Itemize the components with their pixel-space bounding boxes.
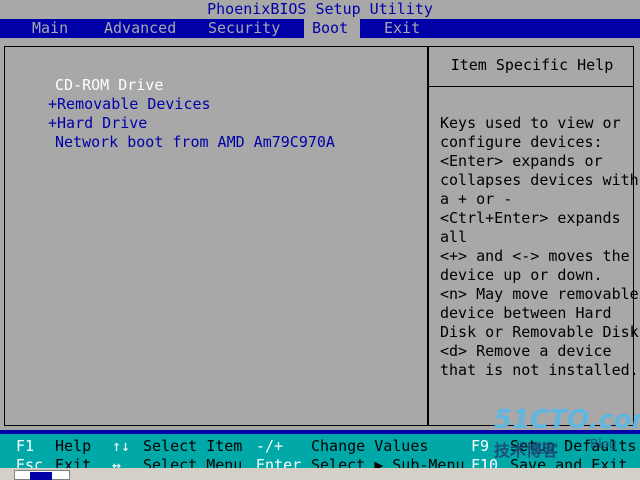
key-updown-label: Select Item — [143, 437, 243, 455]
help-line: a + or - — [440, 190, 513, 208]
app-title: PhoenixBIOS Setup Utility — [207, 0, 433, 18]
help-line: configure devices: — [440, 133, 603, 151]
footer-key-legend: F1 Help ↑↓ Select Item -/+ Change Values… — [0, 434, 640, 468]
key-esc: Esc — [16, 456, 44, 468]
boot-item-hard-drive[interactable]: +Hard Drive — [48, 114, 147, 133]
help-line: device up or down. — [440, 266, 603, 284]
key-esc-label: Exit — [55, 456, 92, 468]
vm-icon — [30, 472, 52, 480]
menu-bar: Main Advanced Security Boot Exit — [0, 19, 640, 38]
key-plusminus: -/+ — [256, 437, 284, 455]
help-title: Item Specific Help — [450, 56, 614, 74]
tab-exit[interactable]: Exit — [376, 19, 428, 38]
boot-item-removable[interactable]: +Removable Devices — [48, 95, 211, 114]
key-f9-label: Setup Defaults — [510, 437, 637, 455]
key-leftright: ↔ — [112, 456, 122, 468]
help-line: <n> May move removable — [440, 285, 639, 303]
tab-main[interactable]: Main — [24, 19, 76, 38]
key-leftright-label: Select Menu — [143, 456, 243, 468]
tab-advanced[interactable]: Advanced — [96, 19, 184, 38]
title-bar: PhoenixBIOS Setup Utility — [0, 0, 640, 19]
main-panel: CD-ROM Drive +Removable Devices +Hard Dr… — [0, 38, 640, 430]
help-line: all — [440, 228, 468, 246]
boot-item-network[interactable]: Network boot from AMD Am79C970A — [55, 133, 335, 152]
help-title-divider — [429, 86, 634, 87]
help-line: <Ctrl+Enter> expands — [440, 209, 621, 227]
key-plusminus-label: Change Values — [311, 437, 429, 455]
key-f1: F1 — [16, 437, 35, 455]
key-f10-label: Save and Exit — [510, 456, 628, 468]
tab-boot[interactable]: Boot — [304, 19, 360, 38]
help-line: that is not installed. — [440, 361, 639, 379]
key-f10: F10 — [471, 456, 499, 468]
panel-divider — [427, 46, 429, 426]
key-enter-label: Select ▶ Sub-Menu — [311, 456, 465, 468]
key-f9: F9 — [471, 437, 490, 455]
key-enter: Enter — [256, 456, 302, 468]
help-line: <+> and <-> moves the — [440, 247, 630, 265]
boot-item-cdrom[interactable]: CD-ROM Drive — [55, 76, 163, 95]
key-updown: ↑↓ — [112, 437, 131, 455]
help-line: <d> Remove a device — [440, 342, 612, 360]
tab-security[interactable]: Security — [200, 19, 288, 38]
help-line: device between Hard — [440, 304, 612, 322]
help-line: <Enter> expands or — [440, 152, 603, 170]
host-taskbar — [0, 468, 640, 480]
help-line: Disk or Removable Disk — [440, 323, 639, 341]
key-f1-label: Help — [55, 437, 92, 455]
help-line: collapses devices with — [440, 171, 639, 189]
help-line: Keys used to view or — [440, 114, 621, 132]
